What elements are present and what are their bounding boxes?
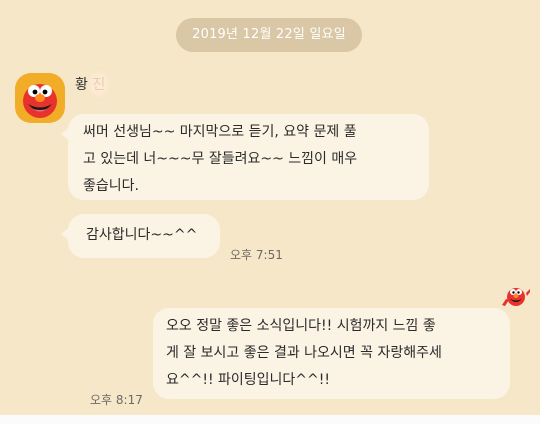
received-message-bubble[interactable]: 감사합니다~~^^ (68, 214, 220, 258)
sent-message-bubble[interactable]: 오오 정말 좋은 소식입니다!! 시험까지 느낌 좋 게 잘 보시고 좋은 결과… (153, 308, 510, 399)
elmo-mini-icon (502, 288, 530, 306)
received-message-bubble[interactable]: 써머 선생님~~ 마지막으로 듣기, 요약 문제 풀 고 있는데 너~~~무 잘… (68, 114, 429, 200)
bottom-edge-strip (0, 415, 540, 424)
sender-avatar[interactable] (15, 73, 65, 123)
message-time: 오후 7:51 (230, 248, 283, 262)
elmo-avatar-icon (23, 84, 57, 118)
sent-avatar (501, 281, 531, 311)
date-divider: 2019년 12월 22일 일요일 (176, 18, 362, 52)
message-time: 오후 8:17 (90, 393, 143, 407)
name-privacy-blur (90, 72, 108, 96)
